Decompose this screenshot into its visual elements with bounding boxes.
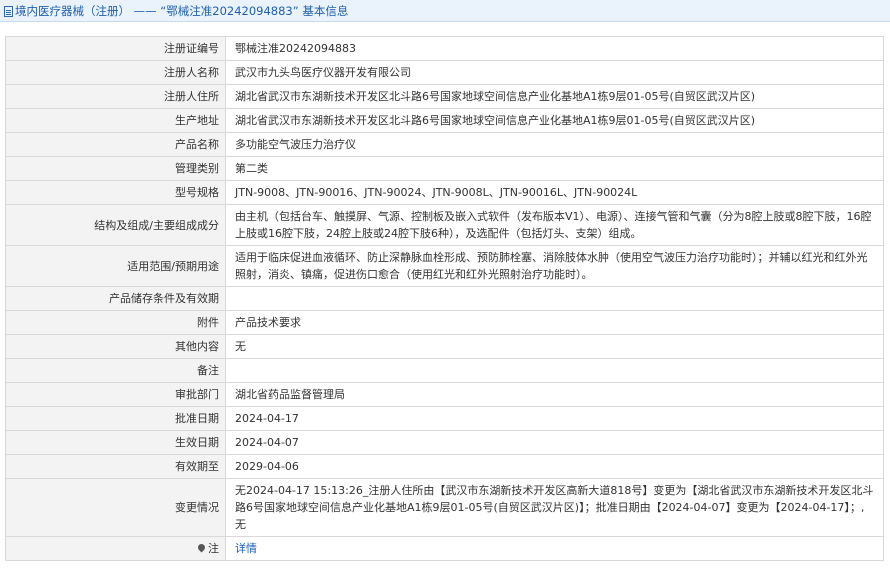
- row-label: 备注: [5, 358, 226, 383]
- row-label: 结构及组成/主要组成成分: [5, 204, 226, 246]
- row-value: 由主机（包括台车、触摸屏、气源、控制板及嵌入式软件（发布版本V1）、电源）、连接…: [225, 204, 884, 246]
- row-label: 管理类别: [5, 156, 226, 181]
- row-value: 武汉市九头鸟医疗仪器开发有限公司: [225, 60, 884, 85]
- info-table: 注册证编号 鄂械注准20242094883 注册人名称 武汉市九头鸟医疗仪器开发有限公…: [5, 36, 884, 561]
- table-row: 结构及组成/主要组成成分 由主机（包括台车、触摸屏、气源、控制板及嵌入式软件（发布…: [5, 204, 884, 246]
- row-label: 产品名称: [5, 132, 226, 157]
- row-label: 生效日期: [5, 430, 226, 455]
- row-label: 型号规格: [5, 180, 226, 205]
- document-icon: [4, 6, 13, 17]
- row-value: [225, 286, 884, 311]
- table-row: 附件 产品技术要求: [5, 310, 884, 335]
- table-row: 产品名称 多功能空气波压力治疗仪: [5, 132, 884, 157]
- table-row: 其他内容无: [5, 334, 884, 359]
- table-row: 生产地址 湖北省武汉市东湖新技术开发区北斗路6号国家地球空间信息产业化基地A1栋9…: [5, 108, 884, 133]
- table-row: 生效日期 2024-04-07: [5, 430, 884, 455]
- row-value: 适用于临床促进血液循环、防止深静脉血栓形成、预防肺栓塞、消除肢体水肿（使用空气波…: [225, 245, 884, 287]
- row-value: 湖北省药品监督管理局: [225, 382, 884, 407]
- detail-link[interactable]: 详情: [235, 542, 257, 555]
- table-row: 批准日期 2024-04-17: [5, 406, 884, 431]
- row-label: 产品储存条件及有效期: [5, 286, 226, 311]
- table-row: 型号规格 JTN-9008、JTN-90016、JTN-90024、JTN-900…: [5, 180, 884, 205]
- row-value: 湖北省武汉市东湖新技术开发区北斗路6号国家地球空间信息产业化基地A1栋9层01-…: [225, 108, 884, 133]
- page-header: 境内医疗器械（注册） —— “鄂械注准20242094883” 基本信息: [0, 0, 890, 22]
- row-value: 多功能空气波压力治疗仪: [225, 132, 884, 157]
- row-label: 注册人名称: [5, 60, 226, 85]
- row-value: 第二类: [225, 156, 884, 181]
- row-value: 详情: [225, 536, 884, 561]
- table-row: 注册证编号 鄂械注准20242094883: [5, 36, 884, 61]
- table-row: 适用范围/预期用途 适用于临床促进血液循环、防止深静脉血栓形成、预防肺栓塞、消除肢…: [5, 245, 884, 287]
- row-value: 2024-04-17: [225, 406, 884, 431]
- pin-icon: [196, 542, 207, 553]
- row-label: 附件: [5, 310, 226, 335]
- page-title: 境内医疗器械（注册） —— “鄂械注准20242094883” 基本信息: [15, 3, 349, 18]
- row-value: [225, 358, 884, 383]
- table-row: 注册人名称 武汉市九头鸟医疗仪器开发有限公司: [5, 60, 884, 85]
- row-label: 适用范围/预期用途: [5, 245, 226, 287]
- row-value: 无2024-04-17 15:13:26_注册人住所由【武汉市东湖新技术开发区高…: [225, 478, 884, 537]
- table-row: 注 详情: [5, 536, 884, 561]
- row-value: 鄂械注准20242094883: [225, 36, 884, 61]
- table-row: 变更情况 无2024-04-17 15:13:26_注册人住所由【武汉市东湖新技术…: [5, 478, 884, 537]
- table-row: 产品储存条件及有效期: [5, 286, 884, 311]
- row-label: 其他内容: [5, 334, 226, 359]
- table-row: 有效期至 2029-04-06: [5, 454, 884, 479]
- row-value: JTN-9008、JTN-90016、JTN-90024、JTN-9008L、J…: [225, 180, 884, 205]
- table-row: 管理类别 第二类: [5, 156, 884, 181]
- row-value: 湖北省武汉市东湖新技术开发区北斗路6号国家地球空间信息产业化基地A1栋9层01-…: [225, 84, 884, 109]
- row-label: 变更情况: [5, 478, 226, 537]
- row-label: 有效期至: [5, 454, 226, 479]
- row-label: 注: [5, 536, 226, 561]
- row-label: 注册证编号: [5, 36, 226, 61]
- row-value: 2024-04-07: [225, 430, 884, 455]
- row-value: 2029-04-06: [225, 454, 884, 479]
- row-label: 注册人住所: [5, 84, 226, 109]
- table-row: 注册人住所 湖北省武汉市东湖新技术开发区北斗路6号国家地球空间信息产业化基地A1栋…: [5, 84, 884, 109]
- row-label: 生产地址: [5, 108, 226, 133]
- row-value: 无: [225, 334, 884, 359]
- row-label: 审批部门: [5, 382, 226, 407]
- table-row: 审批部门 湖北省药品监督管理局: [5, 382, 884, 407]
- note-label: 注: [208, 542, 219, 555]
- table-row: 备注: [5, 358, 884, 383]
- row-label: 批准日期: [5, 406, 226, 431]
- row-value: 产品技术要求: [225, 310, 884, 335]
